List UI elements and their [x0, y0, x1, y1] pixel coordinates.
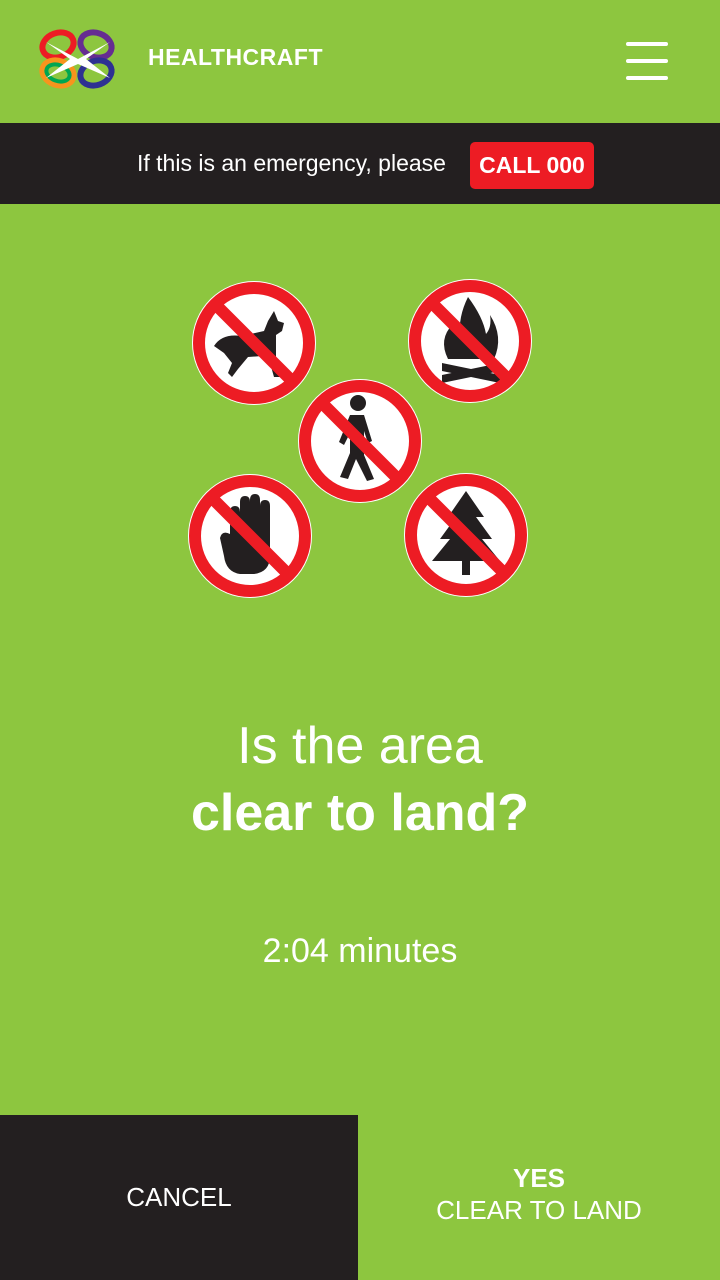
healthcraft-logo-icon — [39, 29, 115, 89]
menu-button[interactable] — [624, 40, 670, 82]
call-emergency-button[interactable]: CALL 000 — [470, 142, 594, 189]
brand-name: HEALTHCRAFT — [148, 44, 323, 70]
no-trees-icon — [404, 473, 528, 597]
cancel-label: CANCEL — [126, 1182, 232, 1212]
app-header: HEALTHCRAFT — [0, 0, 720, 123]
no-hands-icon — [188, 474, 312, 598]
clear-to-land-label: CLEAR TO LAND — [436, 1195, 642, 1225]
yes-label: YES — [512, 1163, 566, 1193]
question-line-1: Is the area — [237, 717, 483, 775]
emergency-banner-text: If this is an emergency, please — [137, 150, 446, 176]
question-line-2: clear to land? — [190, 784, 530, 842]
hamburger-menu-icon — [626, 42, 668, 46]
no-fires-icon — [408, 279, 532, 403]
countdown-timer: 2:04 minutes — [262, 932, 458, 970]
cancel-button[interactable]: CANCEL — [0, 1115, 358, 1280]
clear-to-land-button[interactable]: YES CLEAR TO LAND — [358, 1115, 720, 1280]
